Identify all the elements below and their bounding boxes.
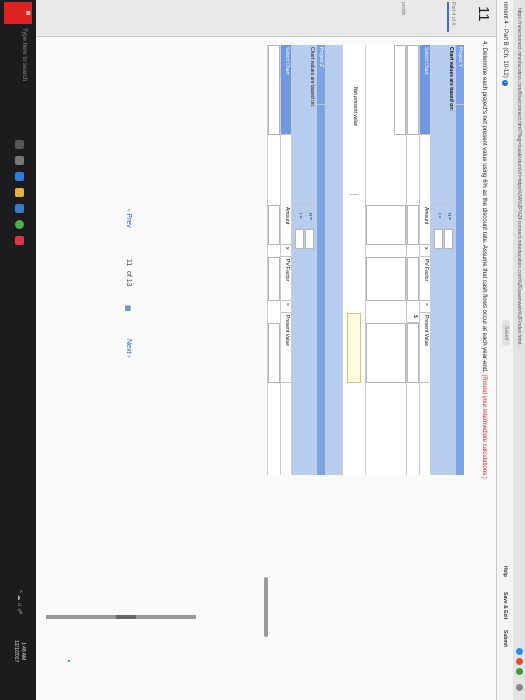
select-chart-dropdown[interactable]: Select Chart <box>420 45 430 135</box>
npv-label: Net present value <box>349 85 359 195</box>
i-label: i = <box>295 211 304 229</box>
times-sign: x <box>420 245 430 257</box>
taskbar: ▦ Type here to search ^ ☁ ♫ ☍ 1:48 AM 12/… <box>0 0 36 700</box>
chart-basis-label: Chart values are based on: <box>292 45 316 205</box>
assignment-title: nment 4 - Part B (Ch. 10-12) <box>502 2 508 78</box>
question-number: 11 <box>475 6 492 22</box>
column-header-row: Select Chart Amount x PV Factor = Presen… <box>419 45 430 475</box>
page-total: of 13 <box>125 271 132 287</box>
pv-factor-input[interactable] <box>366 257 406 301</box>
question-sidebar: 11 Part 4 of 4 points <box>36 0 496 37</box>
points-label: points <box>400 2 406 16</box>
i-input[interactable] <box>434 229 443 249</box>
separator <box>325 45 342 475</box>
chart-basis-row: Chart values are based on: n = i = <box>291 45 316 475</box>
part-indicator: Part 4 of 4 <box>450 2 456 26</box>
times-sign: x <box>281 245 291 257</box>
project-y-header: Project Y <box>455 45 464 475</box>
prev-button[interactable]: ‹ Prev <box>125 209 132 228</box>
table-row <box>267 45 280 475</box>
submit-button[interactable]: Submit <box>502 630 508 647</box>
saved-badge: Saved <box>502 320 510 347</box>
chart-basis-row: Chart values are based on: n = i = <box>430 45 455 475</box>
save-exit-button[interactable]: Save & Exit <box>502 592 508 619</box>
table-row: $ <box>406 45 419 475</box>
n-label: n = <box>444 211 453 229</box>
project-y-title: Project Y <box>456 45 464 105</box>
n-label: n = <box>305 211 314 229</box>
amount-input[interactable] <box>407 205 419 245</box>
help-button[interactable]: Help <box>502 566 508 577</box>
cortana-icon[interactable] <box>15 140 24 149</box>
present-value-header: Present Value <box>420 313 430 383</box>
equals-sign: = <box>420 301 430 313</box>
file-explorer-icon[interactable] <box>15 188 24 197</box>
pv-factor-input[interactable] <box>407 257 419 301</box>
amount-header: Amount <box>420 205 430 245</box>
grid-icon[interactable]: ▦ <box>124 305 132 312</box>
n-input[interactable] <box>305 229 314 249</box>
question-text: 4. Determine each project's net present … <box>481 41 487 479</box>
screen: https://newconnect.mheducation.com/flow/… <box>0 0 525 700</box>
browser-address-bar[interactable]: https://newconnect.mheducation.com/flow/… <box>513 0 525 700</box>
app-icon[interactable] <box>15 236 24 245</box>
info-icon[interactable]: i <box>502 79 508 86</box>
i-input[interactable] <box>295 229 304 249</box>
amount-header: Amount <box>281 205 291 245</box>
extension-icon[interactable] <box>516 668 523 675</box>
resize-handle[interactable] <box>264 577 268 637</box>
table-row <box>365 45 406 475</box>
pagination: ‹ Prev 11 of 13 ▦ Next › <box>118 209 136 379</box>
column-header-row: Select Chart Amount x PV Factor = Presen… <box>280 45 291 475</box>
chart-select[interactable] <box>394 45 406 135</box>
edge-icon[interactable] <box>15 172 24 181</box>
system-tray[interactable]: ^ ☁ ♫ ☍ <box>16 590 23 614</box>
page-current: 11 <box>125 259 132 267</box>
pv-factor-header: PV Factor <box>420 257 430 301</box>
breadcrumb: nment 4 - Part B (Ch. 10-12)i <box>502 2 508 86</box>
amount-input[interactable] <box>268 205 280 245</box>
present-value-header: Present Value <box>281 313 291 383</box>
address-url[interactable]: https://newconnect.mheducation.com/flow/… <box>516 8 522 348</box>
round-note: (Round your intermediate calculations.) <box>481 374 487 479</box>
equals-sign: = <box>281 301 291 313</box>
select-chart-dropdown[interactable]: Select Chart <box>281 45 291 135</box>
amount-input[interactable] <box>366 205 406 245</box>
taskbar-search[interactable]: Type here to search <box>21 28 27 81</box>
app-header: nment 4 - Part B (Ch. 10-12)i Saved Help… <box>496 0 513 700</box>
currency-sign: $ <box>407 313 419 323</box>
present-value-input[interactable] <box>407 323 419 383</box>
extension-icon[interactable] <box>516 658 523 665</box>
chrome-icon[interactable] <box>15 220 24 229</box>
project-z-title: Project Z <box>317 45 325 105</box>
extension-icon[interactable] <box>516 648 523 655</box>
n-input[interactable] <box>444 229 453 249</box>
chart-select[interactable] <box>268 45 280 135</box>
npv-input[interactable] <box>347 313 361 383</box>
store-icon[interactable] <box>15 204 24 213</box>
pv-factor-input[interactable] <box>268 257 280 301</box>
npv-table: Project Y Chart values are based on: n =… <box>194 45 464 475</box>
next-button[interactable]: Next › <box>125 339 132 358</box>
present-value-input[interactable] <box>268 323 280 383</box>
chart-select[interactable] <box>407 45 419 135</box>
question-panel: 4. Determine each project's net present … <box>36 37 496 700</box>
scrollbar[interactable] <box>46 615 196 619</box>
npv-row: Net present value <box>342 45 365 475</box>
task-view-icon[interactable] <box>15 156 24 165</box>
indicator-light <box>68 660 70 662</box>
part-progress-mark <box>447 2 449 32</box>
menu-icon[interactable] <box>516 684 523 691</box>
chart-basis-label: Chart values are based on: <box>431 45 455 205</box>
taskbar-clock[interactable]: 1:48 AM 12/1/2017 <box>12 640 26 662</box>
present-value-input[interactable] <box>366 323 406 383</box>
project-z-header: Project Z <box>316 45 325 475</box>
pv-factor-header: PV Factor <box>281 257 291 301</box>
scrollbar-thumb[interactable] <box>116 615 136 619</box>
i-label: i = <box>434 211 443 229</box>
start-button[interactable]: ▦ <box>4 2 32 24</box>
